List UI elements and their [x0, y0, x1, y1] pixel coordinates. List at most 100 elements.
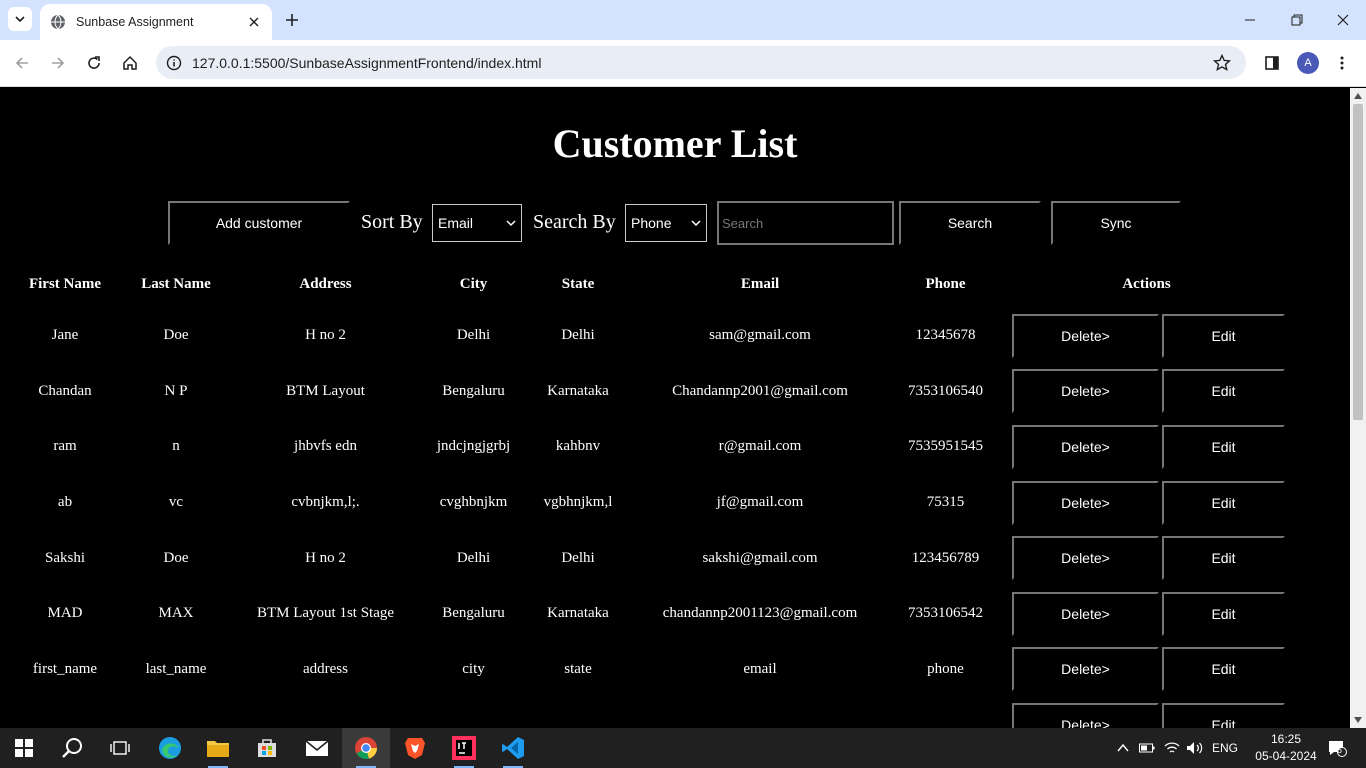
edit-button[interactable]: Edit — [1162, 424, 1285, 469]
cell-address: address — [303, 660, 348, 677]
cell-city: Bengaluru — [442, 382, 505, 399]
edit-button[interactable]: Edit — [1162, 313, 1285, 358]
sync-button[interactable]: Sync — [1051, 201, 1181, 245]
header-email: Email — [740, 276, 780, 292]
cell-phone: 7353106540 — [908, 382, 983, 399]
search-by-select[interactable]: Phone — [625, 204, 707, 242]
cell-actions: Delete> Edit — [999, 530, 1294, 586]
delete-button[interactable]: Delete> — [1012, 480, 1159, 525]
page-scrollbar[interactable] — [1350, 88, 1366, 728]
wifi-icon — [1164, 742, 1180, 753]
cell-first-name: ab — [57, 494, 73, 511]
header-first-name: First Name — [28, 276, 102, 292]
minimize-button[interactable] — [1238, 8, 1262, 32]
new-tab-button[interactable] — [282, 10, 302, 30]
table-row: first_name last_name address city state email… — [10, 642, 1294, 698]
search-by-value: Phone — [631, 215, 672, 231]
taskbar-edge[interactable] — [146, 728, 194, 768]
delete-button[interactable]: Delete> — [1012, 536, 1159, 581]
network-indicator[interactable] — [1162, 728, 1182, 768]
edit-button[interactable]: Edit — [1162, 480, 1285, 525]
tab-search-button[interactable] — [8, 7, 32, 31]
cell-email — [628, 697, 892, 728]
info-icon[interactable] — [166, 55, 182, 71]
language-indicator[interactable]: ENG — [1212, 728, 1238, 768]
arrow-left-icon — [15, 57, 28, 69]
close-window-button[interactable] — [1331, 8, 1355, 32]
cell-city: Bengaluru — [442, 605, 505, 622]
volume-indicator[interactable] — [1185, 728, 1205, 768]
scrollbar-thumb[interactable] — [1353, 104, 1363, 420]
table-row: ab vc cvbnjkm,l;. cvghbnjkm vgbhnjkm,l jf@gma… — [10, 475, 1294, 531]
header-actions: Actions — [1122, 276, 1171, 292]
cell-first-name: first_name — [32, 660, 98, 677]
delete-button[interactable]: Delete> — [1012, 702, 1159, 728]
delete-button[interactable]: Delete> — [1012, 591, 1159, 636]
search-input[interactable]: Search — [717, 201, 894, 245]
taskbar-intellij[interactable] — [440, 728, 488, 768]
bookmark-button[interactable] — [1208, 49, 1236, 77]
edit-button[interactable]: Edit — [1162, 369, 1285, 414]
cell-email: Chandannp2001@gmail.com — [672, 382, 848, 399]
home-icon — [123, 55, 137, 70]
clock-date: 05-04-2024 — [1255, 749, 1317, 763]
cell-state: state — [564, 660, 592, 677]
taskbar-file-explorer[interactable] — [194, 728, 242, 768]
taskbar-chrome[interactable] — [342, 728, 390, 768]
cell-first-name — [10, 697, 120, 728]
taskbar-store[interactable] — [243, 728, 291, 768]
page-viewport: Customer List Add customer Sort By Email… — [0, 88, 1350, 728]
cell-email: r@gmail.com — [718, 438, 802, 455]
start-button[interactable] — [0, 728, 48, 768]
taskbar-search-button[interactable] — [48, 728, 96, 768]
cell-phone: 123456789 — [911, 549, 980, 566]
back-button[interactable] — [10, 51, 34, 75]
table-row: Delete> Edit — [10, 697, 1294, 728]
delete-button[interactable]: Delete> — [1012, 647, 1159, 692]
delete-button[interactable]: Delete> — [1012, 313, 1159, 358]
cell-last-name: MAX — [158, 605, 194, 622]
restore-button[interactable] — [1285, 8, 1309, 32]
edit-button[interactable]: Edit — [1162, 536, 1285, 581]
scroll-down-arrow[interactable] — [1354, 716, 1362, 724]
cell-first-name: Jane — [51, 327, 79, 344]
tray-overflow-button[interactable] — [1113, 728, 1133, 768]
scroll-up-arrow[interactable] — [1354, 92, 1362, 100]
edit-button[interactable]: Edit — [1162, 647, 1285, 692]
side-panel-button[interactable] — [1260, 51, 1284, 75]
search-button[interactable]: Search — [899, 201, 1041, 245]
home-button[interactable] — [118, 51, 142, 75]
battery-indicator[interactable] — [1138, 728, 1156, 768]
add-customer-button[interactable]: Add customer — [168, 201, 350, 245]
delete-button[interactable]: Delete> — [1012, 424, 1159, 469]
page-title: Customer List — [552, 121, 798, 166]
browser-menu-button[interactable] — [1330, 51, 1354, 75]
profile-avatar[interactable]: A — [1297, 52, 1319, 74]
sort-by-select[interactable]: Email — [432, 204, 522, 242]
header-last-name: Last Name — [141, 276, 211, 292]
triangle-up-icon — [1354, 93, 1362, 99]
taskbar-brave[interactable] — [391, 728, 439, 768]
tab-close-button[interactable] — [246, 14, 262, 30]
taskbar-vscode[interactable] — [489, 728, 537, 768]
browser-tab[interactable]: Sunbase Assignment — [40, 4, 272, 40]
cell-phone: 7353106542 — [908, 605, 983, 622]
edit-button[interactable]: Edit — [1162, 591, 1285, 636]
arrow-right-icon — [52, 57, 65, 69]
taskbar-mail[interactable] — [293, 728, 341, 768]
forward-button[interactable] — [46, 51, 70, 75]
table-header-row: First Name Last Name Address City State … — [10, 261, 1294, 308]
taskbar-clock[interactable]: 16:25 05-04-2024 — [1254, 731, 1318, 765]
task-view-icon — [110, 741, 130, 755]
cell-state — [528, 697, 628, 728]
cell-city: city — [462, 660, 485, 677]
task-view-button[interactable] — [96, 728, 144, 768]
delete-button[interactable]: Delete> — [1012, 369, 1159, 414]
header-state: State — [561, 276, 595, 292]
reload-button[interactable] — [82, 51, 106, 75]
side-panel-icon — [1265, 56, 1279, 70]
address-bar[interactable]: 127.0.0.1:5500/SunbaseAssignmentFrontend… — [156, 46, 1246, 79]
edit-button[interactable]: Edit — [1162, 702, 1285, 728]
url-text[interactable]: 127.0.0.1:5500/SunbaseAssignmentFrontend… — [192, 55, 1208, 71]
notification-center-button[interactable]: 6 — [1322, 728, 1352, 768]
